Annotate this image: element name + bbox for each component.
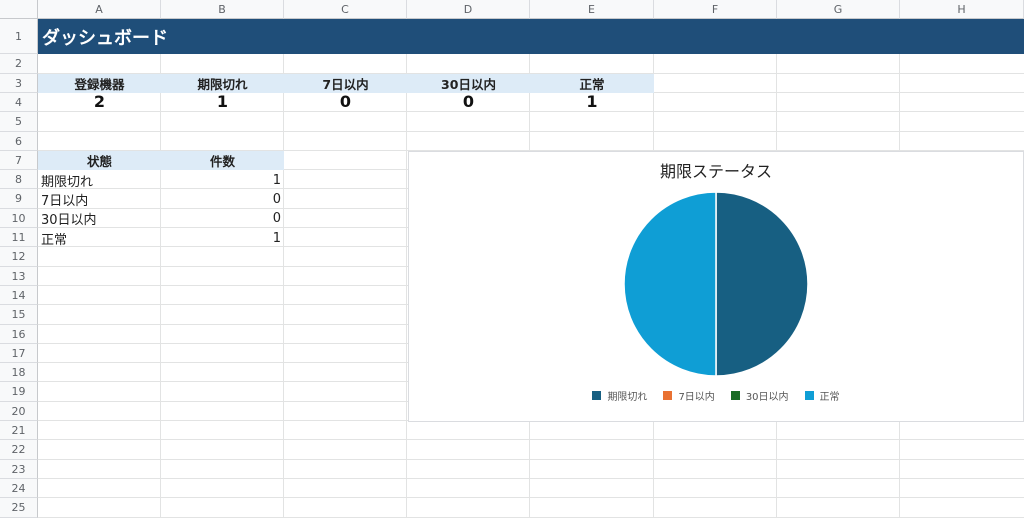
- legend-item: 30日以内: [730, 388, 789, 403]
- kpi-value-registered[interactable]: 2: [38, 92, 161, 111]
- pie-slice-0: [715, 191, 809, 377]
- row-header-4[interactable]: 4: [0, 93, 38, 112]
- legend-item: 7日以内: [663, 388, 715, 403]
- row-header-14[interactable]: 14: [0, 286, 38, 305]
- column-header-b[interactable]: B: [161, 0, 284, 19]
- row-header-24[interactable]: 24: [0, 479, 38, 498]
- table-header-status[interactable]: 状態: [38, 151, 161, 170]
- kpi-label-expired[interactable]: 期限切れ: [161, 74, 284, 93]
- row-header-15[interactable]: 15: [0, 305, 38, 325]
- row-header-2[interactable]: 2: [0, 54, 38, 74]
- table-cell-status[interactable]: 30日以内: [38, 209, 161, 228]
- column-header-a[interactable]: A: [38, 0, 161, 19]
- row-header-20[interactable]: 20: [0, 402, 38, 421]
- kpi-value-expired[interactable]: 1: [161, 92, 284, 111]
- column-header-f[interactable]: F: [654, 0, 777, 19]
- pie-plot: [623, 191, 809, 377]
- kpi-label-registered[interactable]: 登録機器: [38, 74, 161, 93]
- kpi-value-within7[interactable]: 0: [284, 92, 407, 111]
- row-header-3[interactable]: 3: [0, 74, 38, 93]
- row-header-12[interactable]: 12: [0, 247, 38, 267]
- row-header-8[interactable]: 8: [0, 170, 38, 189]
- column-header-c[interactable]: C: [284, 0, 407, 19]
- row-header-21[interactable]: 21: [0, 421, 38, 440]
- legend-item: 正常: [804, 388, 840, 403]
- row-header-16[interactable]: 16: [0, 325, 38, 344]
- row-header-22[interactable]: 22: [0, 440, 38, 460]
- table-cell-count[interactable]: 1: [161, 229, 284, 248]
- row-header-6[interactable]: 6: [0, 132, 38, 151]
- row-gridline: [38, 439, 1024, 440]
- chart-legend: 期限切れ 7日以内 30日以内 正常: [409, 388, 1023, 403]
- column-header-e[interactable]: E: [530, 0, 654, 19]
- row-header-13[interactable]: 13: [0, 267, 38, 286]
- row-header-10[interactable]: 10: [0, 209, 38, 228]
- table-cell-status[interactable]: 正常: [38, 229, 161, 248]
- row-header-5[interactable]: 5: [0, 112, 38, 132]
- row-gridline: [38, 111, 1024, 112]
- table-cell-count[interactable]: 0: [161, 209, 284, 228]
- row-header-25[interactable]: 25: [0, 498, 38, 518]
- table-cell-count[interactable]: 0: [161, 190, 284, 209]
- dashboard-title-cell[interactable]: ダッシュボード: [38, 19, 1024, 54]
- table-cell-status[interactable]: 期限切れ: [38, 171, 161, 190]
- row-header-19[interactable]: 19: [0, 382, 38, 402]
- column-header-g[interactable]: G: [777, 0, 900, 19]
- row-gridline: [38, 478, 1024, 479]
- spreadsheet-grid[interactable]: ABCDEFGH 1 2 3 4 5 6 7 8 9 10 11 12 13 14 15 16 17 18 19 20…: [0, 0, 1024, 518]
- column-header-h[interactable]: H: [900, 0, 1024, 19]
- kpi-label-within30[interactable]: 30日以内: [407, 74, 530, 93]
- legend-swatch: [663, 391, 673, 400]
- table-header-count[interactable]: 件数: [161, 151, 284, 170]
- row-header-9[interactable]: 9: [0, 189, 38, 209]
- legend-label: 30日以内: [745, 392, 789, 403]
- row-header-18[interactable]: 18: [0, 363, 38, 382]
- legend-swatch: [730, 391, 740, 400]
- legend-swatch: [592, 391, 602, 400]
- row-header-11[interactable]: 11: [0, 228, 38, 247]
- column-header-d[interactable]: D: [407, 0, 530, 19]
- kpi-value-normal[interactable]: 1: [530, 92, 654, 111]
- legend-item: 期限切れ: [592, 388, 647, 403]
- legend-swatch: [804, 391, 814, 400]
- select-all-corner[interactable]: [0, 0, 38, 19]
- pie-slice-3: [623, 191, 717, 377]
- row-gridline: [38, 497, 1024, 498]
- table-cell-status[interactable]: 7日以内: [38, 190, 161, 209]
- row-header-1[interactable]: 1: [0, 19, 38, 54]
- status-pie-chart[interactable]: 期限ステータス 期限切れ 7日以内 30日以内 正常: [408, 151, 1024, 422]
- legend-label: 期限切れ: [607, 392, 648, 403]
- legend-label: 正常: [819, 392, 840, 403]
- kpi-value-within30[interactable]: 0: [407, 92, 530, 111]
- row-header-17[interactable]: 17: [0, 344, 38, 363]
- row-gridline: [38, 131, 1024, 132]
- row-header-7[interactable]: 7: [0, 151, 38, 170]
- row-gridline: [38, 459, 1024, 460]
- table-cell-count[interactable]: 1: [161, 171, 284, 190]
- legend-label: 7日以内: [678, 392, 715, 403]
- kpi-label-within7[interactable]: 7日以内: [284, 74, 407, 93]
- row-header-23[interactable]: 23: [0, 460, 38, 479]
- kpi-label-normal[interactable]: 正常: [530, 74, 654, 93]
